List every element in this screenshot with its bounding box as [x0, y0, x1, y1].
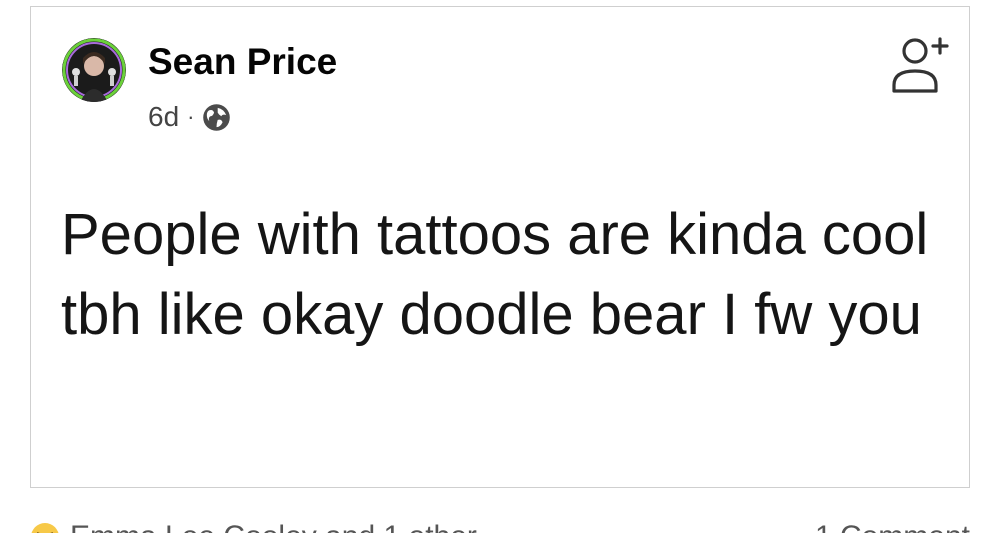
author-name[interactable]: Sean Price — [148, 41, 337, 83]
page: Sean Price 6d · People with tattoos are … — [0, 0, 1000, 533]
laugh-emoji-icon[interactable] — [30, 522, 60, 533]
meta-separator: · — [187, 104, 195, 129]
add-person-icon[interactable] — [891, 33, 949, 97]
post-card: Sean Price 6d · People with tattoos are … — [30, 6, 970, 488]
author-avatar[interactable] — [62, 38, 126, 102]
comment-count[interactable]: 1 Comment — [815, 520, 970, 533]
avatar-image — [62, 38, 126, 102]
post-footer: Emma Lee Cooley and 1 other 1 Comment — [30, 518, 970, 533]
globe-icon — [202, 103, 231, 132]
post-time[interactable]: 6d — [148, 101, 179, 133]
reaction-summary[interactable]: Emma Lee Cooley and 1 other — [70, 520, 477, 533]
post-meta: 6d · — [148, 99, 231, 135]
post-text: People with tattoos are kinda cool tbh l… — [61, 202, 929, 347]
